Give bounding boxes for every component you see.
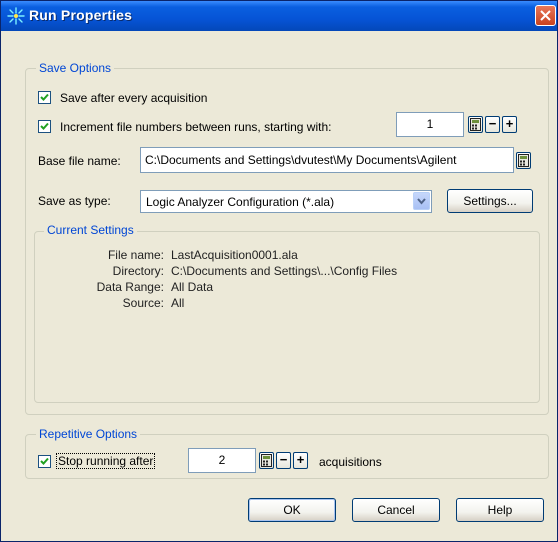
- chevron-down-icon: [417, 198, 426, 205]
- checkmark-icon: [40, 457, 49, 465]
- base-file-name-label: Base file name:: [38, 154, 121, 168]
- stop-running-count-input[interactable]: 2: [188, 448, 256, 473]
- increment-minus-button[interactable]: −: [485, 116, 500, 133]
- save-as-type-value: Logic Analyzer Configuration (*.ala): [146, 195, 335, 209]
- run-properties-dialog: Run Properties Save Options Save after e…: [0, 0, 558, 542]
- source-key: Source:: [122, 296, 164, 310]
- current-settings-legend: Current Settings: [44, 223, 137, 237]
- source-value: All: [171, 296, 185, 310]
- save-after-label: Save after every acquisition: [60, 91, 208, 105]
- count-calculator-button[interactable]: [259, 452, 274, 469]
- close-button[interactable]: [535, 5, 556, 26]
- base-file-name-input[interactable]: C:\Documents and Settings\dvutest\My Doc…: [140, 147, 514, 173]
- repetitive-options-legend: Repetitive Options: [36, 427, 141, 441]
- checkmark-icon: [40, 93, 49, 101]
- save-as-type-dropdown[interactable]: Logic Analyzer Configuration (*.ala): [140, 190, 432, 213]
- calculator-icon: [261, 454, 272, 467]
- window-title: Run Properties: [29, 7, 133, 23]
- checkmark-icon: [40, 122, 49, 130]
- close-icon: [540, 10, 551, 21]
- file-name-value: LastAcquisition0001.ala: [171, 248, 298, 262]
- dropdown-arrow[interactable]: [413, 192, 430, 210]
- increment-checkbox[interactable]: [38, 120, 51, 133]
- ok-button[interactable]: OK: [248, 498, 336, 522]
- save-options-legend: Save Options: [36, 61, 115, 75]
- stop-running-checkbox[interactable]: [38, 455, 51, 468]
- stop-running-label: Stop running after: [55, 453, 156, 469]
- directory-key: Directory:: [112, 264, 164, 278]
- increment-label: Increment file numbers between runs, sta…: [60, 120, 332, 134]
- acquisitions-label: acquisitions: [319, 455, 382, 469]
- data-range-key: Data Range:: [96, 280, 164, 294]
- save-after-checkbox[interactable]: [38, 91, 51, 104]
- increment-start-input[interactable]: 1: [396, 112, 464, 137]
- data-range-value: All Data: [171, 280, 214, 294]
- sparkle-icon: [7, 7, 25, 25]
- browse-calculator-button[interactable]: [516, 152, 531, 169]
- stop-running-count-value: 2: [218, 453, 226, 467]
- file-name-key: File name:: [107, 248, 164, 262]
- help-button[interactable]: Help: [456, 498, 544, 522]
- count-minus-button[interactable]: −: [276, 452, 291, 469]
- calculator-button[interactable]: [468, 116, 483, 133]
- calculator-icon: [470, 118, 481, 131]
- save-as-type-label: Save as type:: [38, 194, 111, 208]
- calculator-icon: [518, 154, 529, 167]
- count-plus-button[interactable]: +: [293, 452, 308, 469]
- increment-start-value: 1: [426, 117, 434, 131]
- cancel-button[interactable]: Cancel: [352, 498, 440, 522]
- title-bar[interactable]: Run Properties: [1, 1, 557, 31]
- directory-value: C:\Documents and Settings\...\Config Fil…: [171, 264, 398, 278]
- increment-plus-button[interactable]: +: [502, 116, 517, 133]
- settings-button[interactable]: Settings...: [447, 189, 533, 213]
